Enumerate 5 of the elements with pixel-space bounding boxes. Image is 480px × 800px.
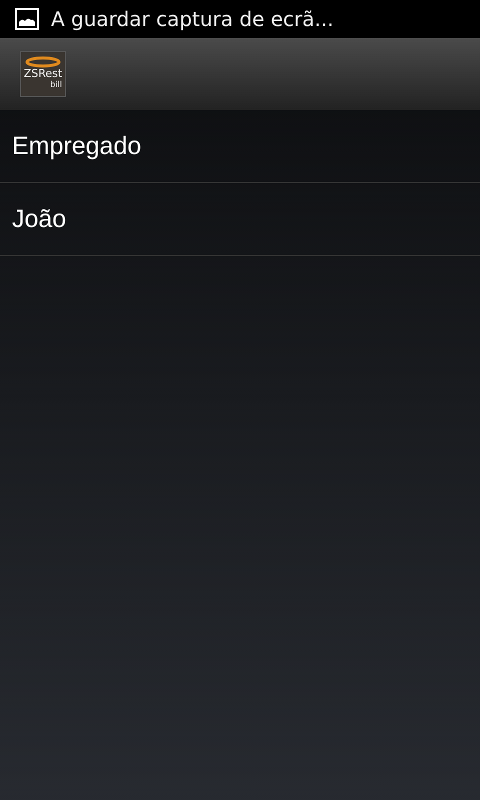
app-logo[interactable]: ZSRest bill bbox=[20, 51, 66, 97]
list-item[interactable]: Empregado bbox=[0, 110, 480, 183]
notification-text: A guardar captura de ecrã... bbox=[51, 7, 334, 31]
list-item[interactable]: João bbox=[0, 183, 480, 256]
image-icon bbox=[15, 8, 39, 30]
